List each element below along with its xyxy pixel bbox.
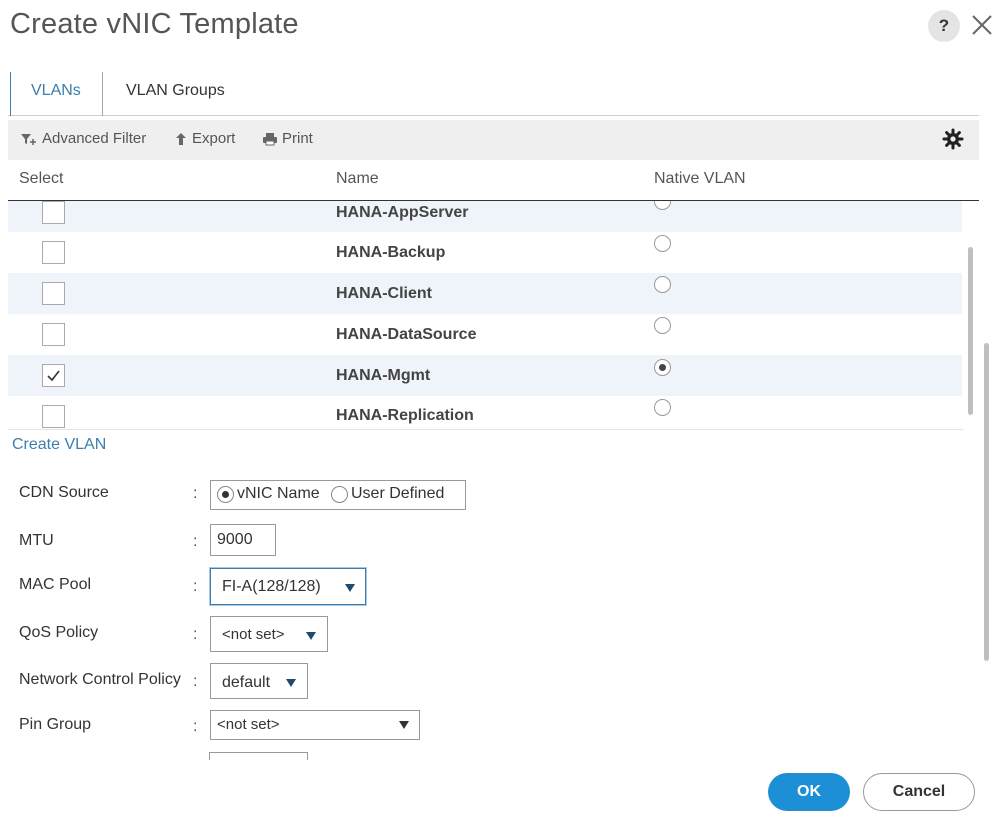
- vlan-name: HANA-Replication: [336, 407, 474, 424]
- field-colon: :: [193, 718, 198, 735]
- partially-hidden-field: [209, 752, 308, 760]
- qos-policy-label: QoS Policy: [19, 624, 99, 641]
- vlan-name: HANA-Backup: [336, 244, 446, 261]
- table-row[interactable]: HANA-DataSource: [8, 314, 962, 355]
- vlan-table-body: HANA-AppServer HANA-Backup HANA-Client H…: [8, 201, 963, 430]
- mac-pool-select[interactable]: FI-A(128/128): [210, 568, 366, 605]
- print-label: Print: [282, 130, 313, 147]
- print-button[interactable]: Print: [262, 130, 313, 147]
- row-select-checkbox[interactable]: [42, 364, 65, 387]
- table-row[interactable]: HANA-Mgmt: [8, 355, 962, 396]
- table-row[interactable]: HANA-Replication: [8, 396, 962, 429]
- table-scrollbar[interactable]: [968, 247, 973, 415]
- page-title: Create vNIC Template: [10, 8, 299, 40]
- native-vlan-radio[interactable]: [654, 276, 671, 293]
- table-row[interactable]: HANA-Backup: [8, 232, 962, 273]
- native-vlan-radio[interactable]: [654, 399, 671, 416]
- row-select-checkbox[interactable]: [42, 323, 65, 346]
- native-vlan-radio[interactable]: [654, 235, 671, 252]
- advanced-filter-button[interactable]: Advanced Filter: [20, 130, 146, 147]
- vlan-name: HANA-Mgmt: [336, 367, 431, 384]
- mtu-label: MTU: [19, 532, 54, 549]
- cdn-option-label: vNIC Name: [237, 485, 320, 502]
- column-header-name[interactable]: Name: [336, 170, 379, 188]
- row-select-checkbox[interactable]: [42, 241, 65, 264]
- mac-pool-label: MAC Pool: [19, 576, 92, 593]
- column-header-native-vlan[interactable]: Native VLAN: [654, 170, 746, 188]
- tab-vlan-groups[interactable]: VLAN Groups: [126, 72, 225, 116]
- export-icon: [176, 132, 186, 145]
- advanced-filter-label: Advanced Filter: [42, 130, 147, 147]
- mtu-input[interactable]: 9000: [210, 524, 276, 556]
- cdn-option-label: User Defined: [351, 485, 445, 502]
- qos-policy-value: <not set>: [222, 626, 285, 643]
- pin-group-select[interactable]: <not set>: [210, 710, 420, 740]
- table-row[interactable]: HANA-AppServer: [8, 201, 962, 232]
- cdn-source-label: CDN Source: [19, 484, 109, 501]
- form-scrollbar[interactable]: [984, 343, 989, 661]
- cdn-source-radio-group: vNIC Name User Defined: [210, 480, 466, 510]
- vlan-name: HANA-Client: [336, 285, 432, 302]
- create-vlan-link[interactable]: Create VLAN: [12, 436, 106, 454]
- native-vlan-radio[interactable]: [654, 317, 671, 334]
- tab-bar: VLANs VLAN Groups: [8, 72, 979, 116]
- export-label: Export: [192, 130, 236, 147]
- row-select-checkbox[interactable]: [42, 405, 65, 428]
- chevron-down-icon: [286, 679, 296, 687]
- chevron-down-icon: [399, 721, 409, 729]
- close-icon: [972, 15, 992, 35]
- vlan-name: HANA-AppServer: [336, 204, 469, 221]
- native-vlan-radio[interactable]: [654, 359, 671, 376]
- network-control-policy-select[interactable]: default: [210, 663, 308, 699]
- field-colon: :: [193, 578, 198, 595]
- help-button[interactable]: ?: [928, 10, 960, 42]
- table-toolbar: Advanced Filter Export Print: [8, 120, 979, 160]
- pin-group-value: <not set>: [217, 716, 280, 733]
- vlan-name: HANA-DataSource: [336, 326, 477, 343]
- row-select-checkbox[interactable]: [42, 282, 65, 305]
- qos-policy-select[interactable]: <not set>: [210, 616, 328, 652]
- tab-vlans[interactable]: VLANs: [10, 72, 103, 116]
- table-settings-button[interactable]: [942, 128, 964, 150]
- table-row[interactable]: HANA-Client: [8, 273, 962, 314]
- chevron-down-icon: [345, 584, 355, 592]
- field-colon: :: [193, 673, 198, 690]
- network-control-policy-value: default: [222, 674, 271, 691]
- ok-button[interactable]: OK: [768, 773, 850, 811]
- radio-selected-icon: [217, 485, 234, 503]
- filter-icon: [21, 133, 36, 145]
- export-button[interactable]: Export: [174, 130, 235, 147]
- network-control-policy-label: Network Control Policy: [19, 671, 181, 688]
- native-vlan-radio[interactable]: [654, 201, 671, 210]
- field-colon: :: [193, 626, 198, 643]
- mac-pool-value: FI-A(128/128): [222, 578, 321, 595]
- checkmark-icon: [47, 370, 60, 382]
- row-select-checkbox[interactable]: [42, 201, 65, 224]
- close-button[interactable]: [966, 8, 998, 42]
- cdn-source-option-user-defined[interactable]: User Defined: [331, 485, 444, 503]
- column-header-select[interactable]: Select: [19, 170, 63, 188]
- table-header: Select Name Native VLAN: [8, 160, 979, 201]
- field-colon: :: [193, 485, 198, 502]
- field-colon: :: [193, 533, 198, 550]
- cdn-source-option-vnic-name[interactable]: vNIC Name: [217, 485, 320, 503]
- cancel-button[interactable]: Cancel: [863, 773, 975, 811]
- chevron-down-icon: [306, 632, 316, 640]
- printer-icon: [263, 132, 277, 145]
- pin-group-label: Pin Group: [19, 716, 92, 733]
- radio-unselected-icon: [331, 485, 348, 503]
- gear-icon: [942, 128, 964, 150]
